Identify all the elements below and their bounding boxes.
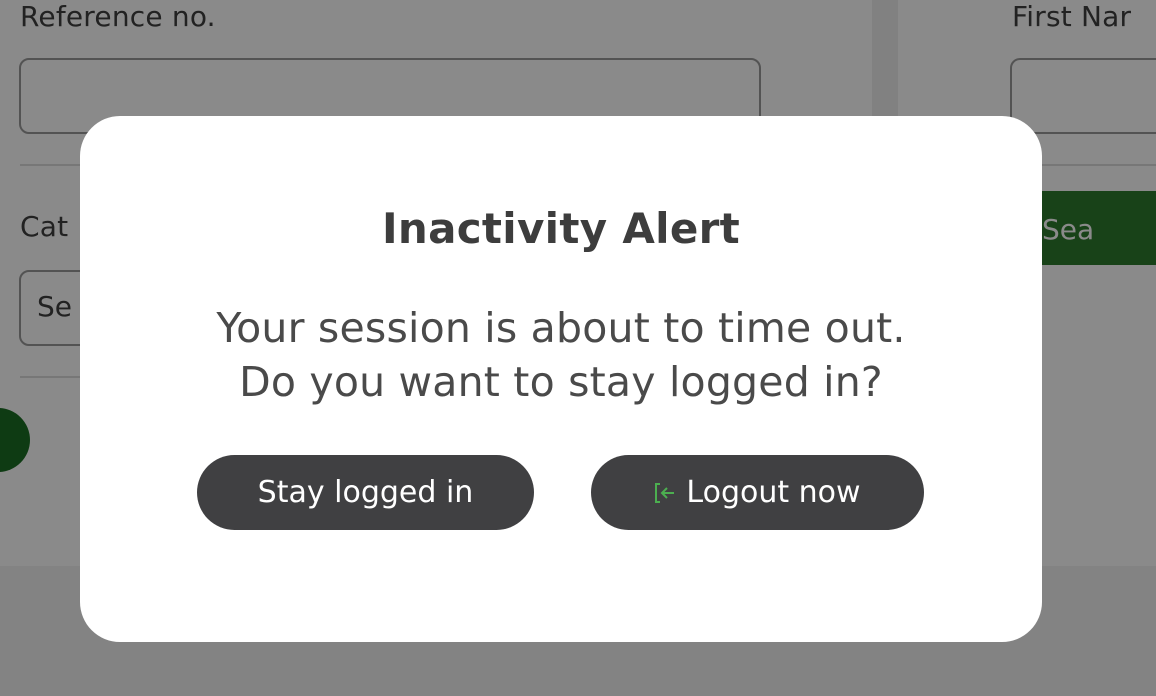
logout-now-label: Logout now	[686, 475, 861, 510]
modal-title: Inactivity Alert	[381, 204, 741, 253]
logout-icon	[654, 481, 676, 505]
modal-message-line-1: Your session is about to time out.	[216, 304, 906, 352]
stay-logged-in-label: Stay logged in	[257, 475, 474, 510]
modal-message-line-2: Do you want to stay logged in?	[239, 358, 883, 406]
stay-logged-in-button[interactable]: Stay logged in	[197, 455, 534, 530]
logout-now-button[interactable]: Logout now	[591, 455, 924, 530]
